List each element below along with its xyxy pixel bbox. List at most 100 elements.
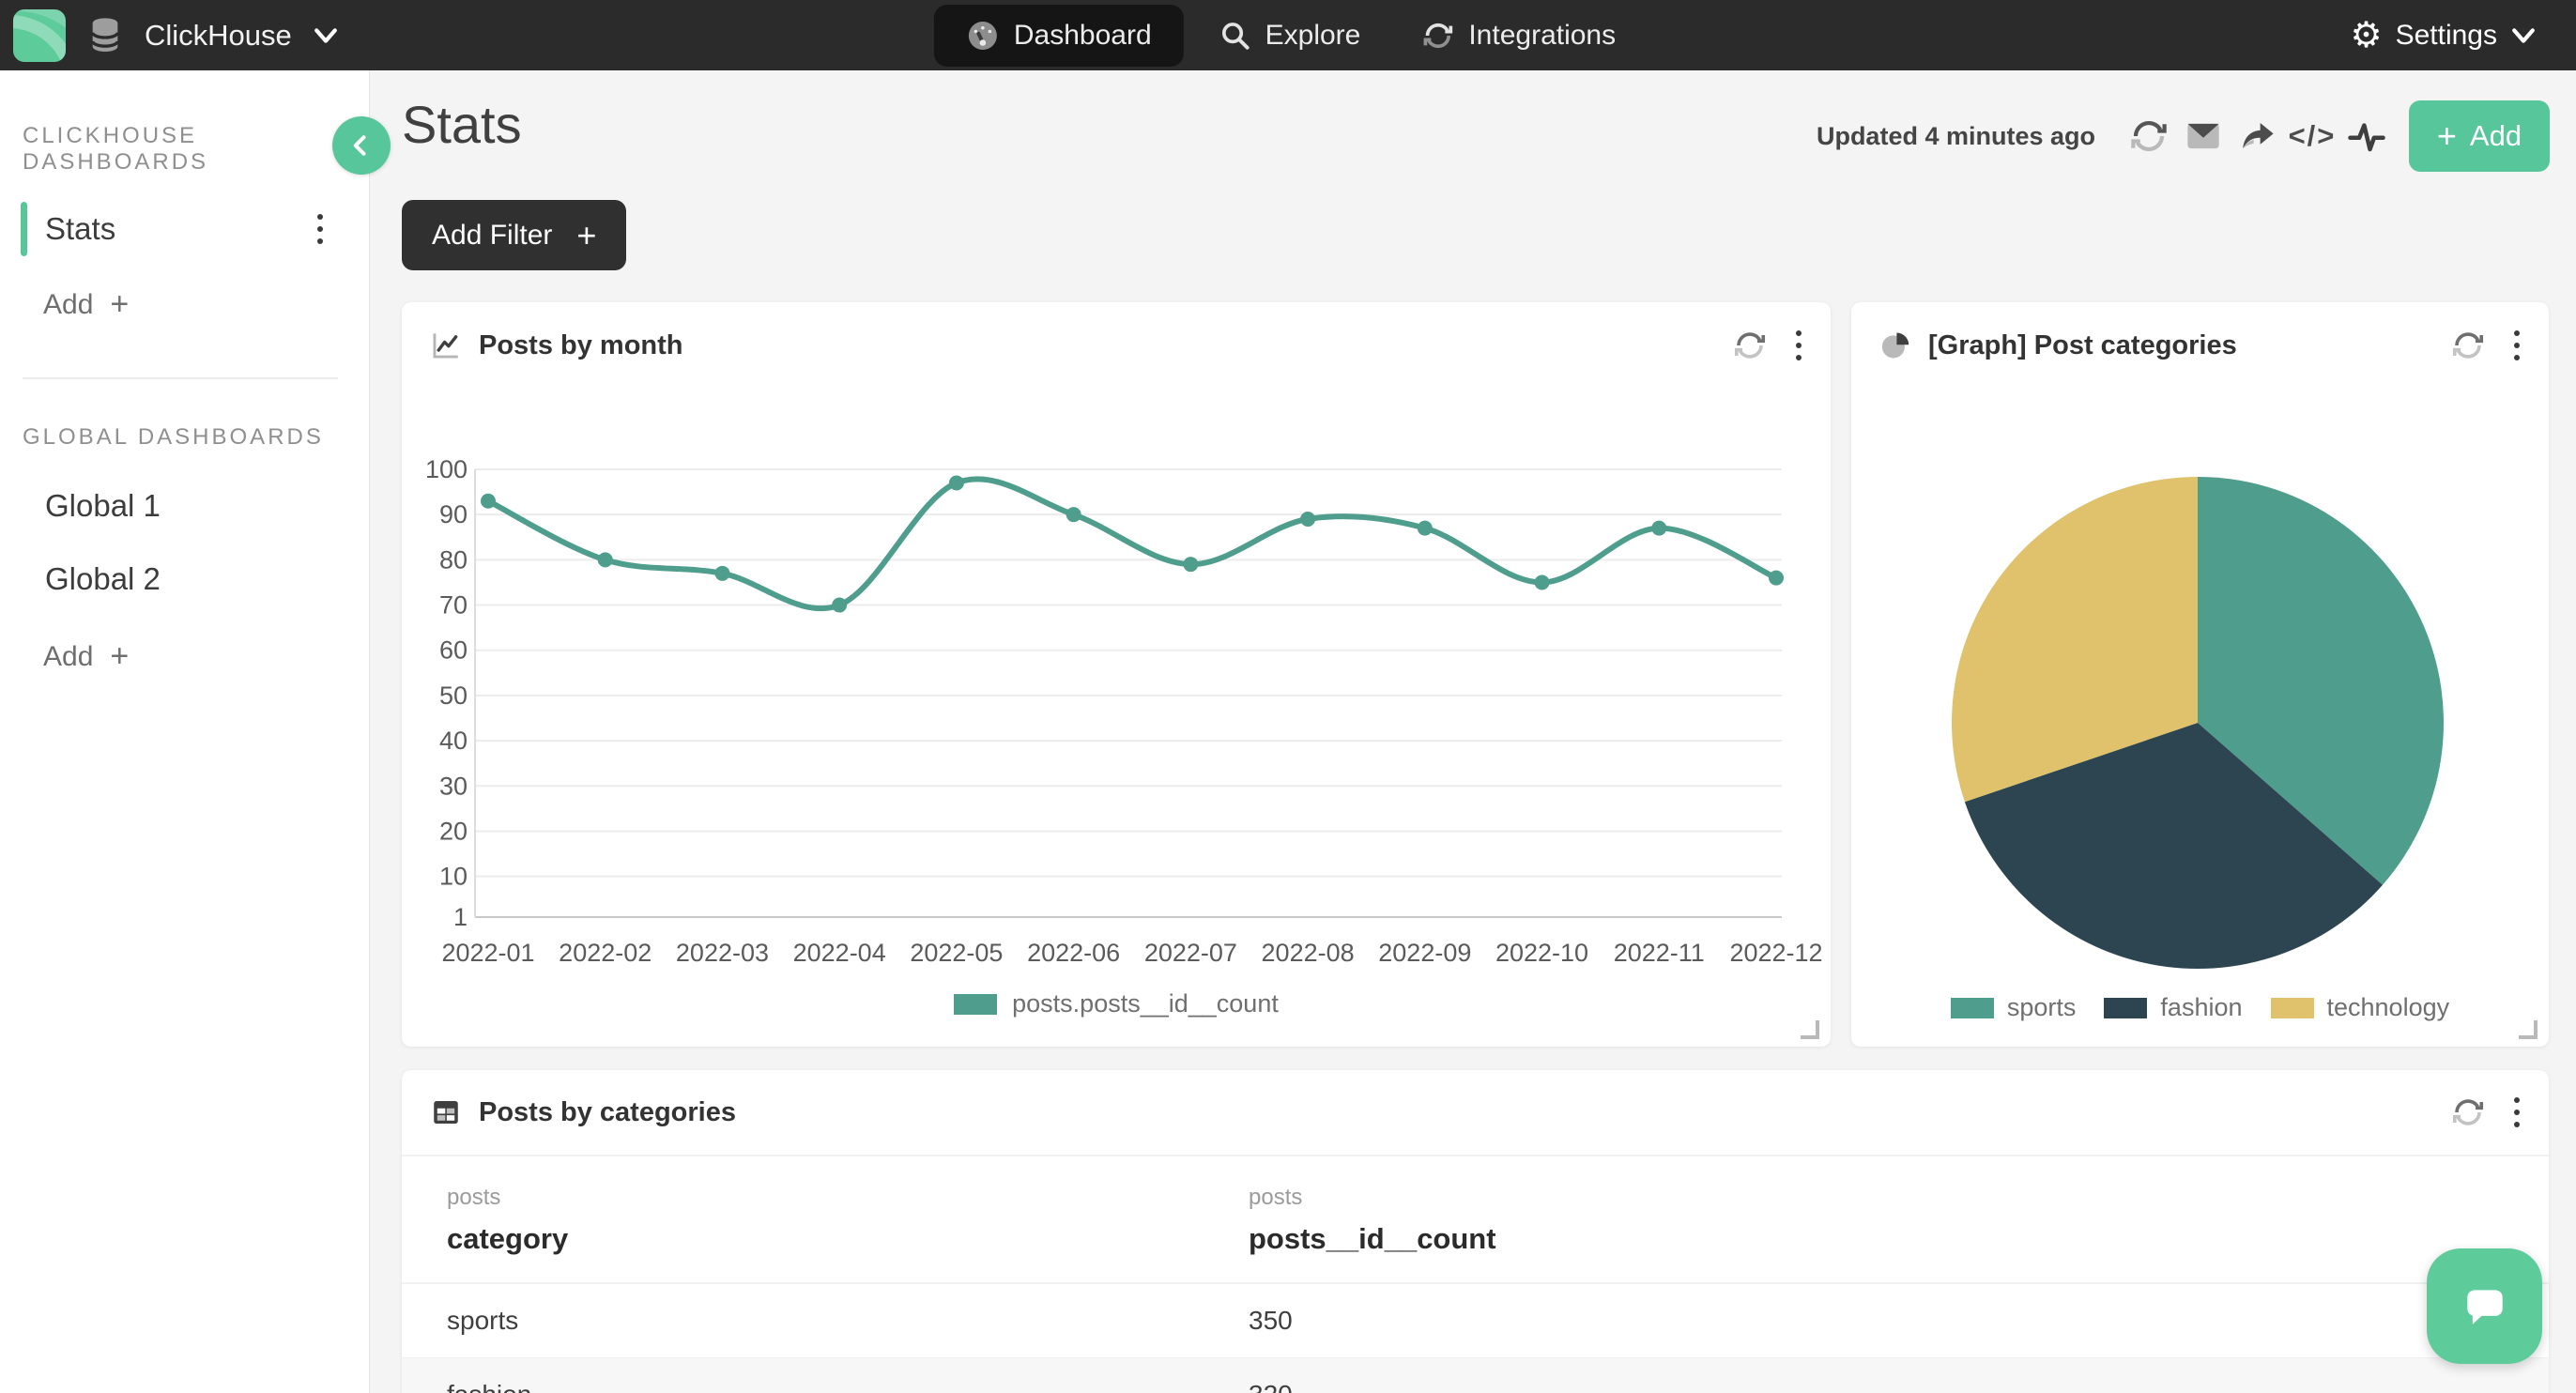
add-label: Add [43, 641, 93, 673]
card-posts-by-categories: Posts by categories posts category posts… [402, 1070, 2549, 1393]
embed-code-button[interactable]: </> [2285, 109, 2339, 163]
sidebar-add-dashboard[interactable]: Add + [43, 286, 369, 323]
updated-timestamp: Updated 4 minutes ago [1817, 122, 2095, 151]
legend-label: posts.posts__id__count [1012, 989, 1279, 1018]
card-actions [2451, 329, 2521, 362]
cell-category: fashion [402, 1380, 1249, 1393]
add-filter-button[interactable]: Add Filter + [402, 200, 626, 270]
card-kebab-menu[interactable] [2513, 330, 2521, 360]
sidebar-add-global-dashboard[interactable]: Add + [43, 638, 369, 675]
column-group: posts [1249, 1185, 2549, 1211]
refresh-icon [2451, 1095, 2485, 1129]
refresh-icon [2451, 329, 2485, 362]
card-refresh-button[interactable] [1733, 329, 1767, 362]
svg-text:70: 70 [439, 591, 468, 620]
svg-text:100: 100 [425, 455, 468, 483]
svg-text:2022-07: 2022-07 [1144, 939, 1237, 967]
chevron-down-icon [2510, 26, 2537, 45]
column-name: posts__id__count [1249, 1222, 2549, 1256]
column-header-category: posts category [402, 1185, 1249, 1256]
svg-text:2022-04: 2022-04 [793, 939, 886, 967]
sync-icon [1422, 20, 1454, 52]
svg-text:2022-08: 2022-08 [1262, 939, 1355, 967]
sidebar-section-global: GLOBAL DASHBOARDS [23, 424, 369, 451]
svg-text:10: 10 [439, 863, 468, 891]
refresh-icon [1733, 329, 1767, 362]
add-label: Add [43, 289, 93, 321]
activity-button[interactable] [2339, 109, 2394, 163]
svg-text:40: 40 [439, 727, 468, 755]
card-header: [Graph] Post categories [1851, 302, 2549, 389]
sidebar: CLICKHOUSE DASHBOARDS Stats Add + GLOBAL… [0, 70, 370, 1393]
sidebar-collapse-button[interactable] [332, 116, 391, 175]
kebab-menu-icon[interactable] [316, 214, 324, 244]
svg-text:2022-01: 2022-01 [441, 939, 534, 967]
svg-text:50: 50 [439, 681, 468, 710]
code-icon: </> [2289, 119, 2337, 153]
add-chart-button[interactable]: + Add [2409, 100, 2550, 172]
card-refresh-button[interactable] [2451, 329, 2485, 362]
settings-label: Settings [2396, 20, 2497, 52]
svg-text:1: 1 [453, 903, 468, 931]
card-title: Posts by categories [479, 1097, 736, 1128]
legend-item-sports: sports [1951, 993, 2077, 1022]
card-header: Posts by month [402, 302, 1831, 389]
table-row: fashion 320 [402, 1357, 2549, 1393]
tab-dashboard[interactable]: Dashboard [934, 5, 1184, 67]
svg-text:2022-06: 2022-06 [1027, 939, 1120, 967]
cell-count: 350 [1249, 1306, 2549, 1336]
sidebar-divider [23, 377, 338, 379]
card-posts-by-month: 10090807060504030201012022-012022-022022… [402, 302, 1831, 1047]
card-kebab-menu[interactable] [2513, 1097, 2521, 1127]
plus-icon: + [576, 216, 596, 255]
sidebar-item-global-2[interactable]: Global 2 [45, 561, 369, 597]
chevron-down-icon [313, 26, 339, 45]
svg-text:90: 90 [439, 500, 468, 528]
legend-label: fashion [2160, 993, 2242, 1022]
add-chart-label: Add [2470, 119, 2522, 153]
tab-explore[interactable]: Explore [1193, 5, 1388, 67]
add-filter-label: Add Filter [432, 220, 552, 252]
svg-text:2022-05: 2022-05 [910, 939, 1003, 967]
card-refresh-button[interactable] [2451, 1095, 2485, 1129]
svg-text:2022-09: 2022-09 [1378, 939, 1471, 967]
nav-tabs: Dashboard Explore Integrations [934, 0, 1642, 70]
chat-bubble-icon [2454, 1276, 2516, 1338]
sidebar-item-stats-label: Stats [45, 211, 115, 247]
email-report-button[interactable] [2176, 109, 2231, 163]
line-chart-legend: posts.posts__id__count [402, 989, 1831, 1018]
plus-icon: + [110, 638, 129, 675]
card-header: Posts by categories [402, 1070, 2549, 1156]
refresh-button[interactable] [2122, 109, 2176, 163]
pie-chart-icon [1879, 329, 1911, 361]
pie-chart-legend: sports fashion technology [1851, 993, 2549, 1022]
svg-text:80: 80 [439, 545, 468, 574]
svg-text:2022-10: 2022-10 [1495, 939, 1588, 967]
gear-icon: ⚙ [2351, 18, 2383, 54]
active-indicator [21, 202, 27, 256]
card-kebab-menu[interactable] [1795, 330, 1802, 360]
sidebar-item-global-1[interactable]: Global 1 [45, 488, 369, 524]
header-actions: Updated 4 minutes ago </> + Add [1817, 100, 2550, 172]
column-group: posts [447, 1185, 1249, 1211]
workspace-name: ClickHouse [145, 19, 292, 53]
svg-text:30: 30 [439, 772, 468, 800]
card-actions [1733, 329, 1802, 362]
refresh-icon [2129, 116, 2169, 156]
pie-chart [1851, 302, 2549, 1047]
gauge-icon [966, 19, 1000, 53]
svg-text:60: 60 [439, 636, 468, 665]
table-column-headers: posts category posts posts__id__count [402, 1156, 2549, 1284]
tab-explore-label: Explore [1265, 20, 1361, 52]
svg-text:2022-02: 2022-02 [559, 939, 652, 967]
sidebar-item-stats[interactable]: Stats [0, 202, 369, 256]
card-title: [Graph] Post categories [1928, 330, 2237, 361]
workspace-brand[interactable]: ClickHouse [13, 9, 339, 62]
tab-integrations[interactable]: Integrations [1396, 5, 1642, 67]
share-button[interactable] [2231, 109, 2285, 163]
settings-menu[interactable]: ⚙ Settings [2351, 18, 2537, 54]
tab-integrations-label: Integrations [1468, 20, 1616, 52]
chat-widget-button[interactable] [2427, 1248, 2542, 1364]
top-nav: ClickHouse Dashboard Explore [0, 0, 2576, 70]
svg-text:2022-11: 2022-11 [1614, 939, 1705, 967]
